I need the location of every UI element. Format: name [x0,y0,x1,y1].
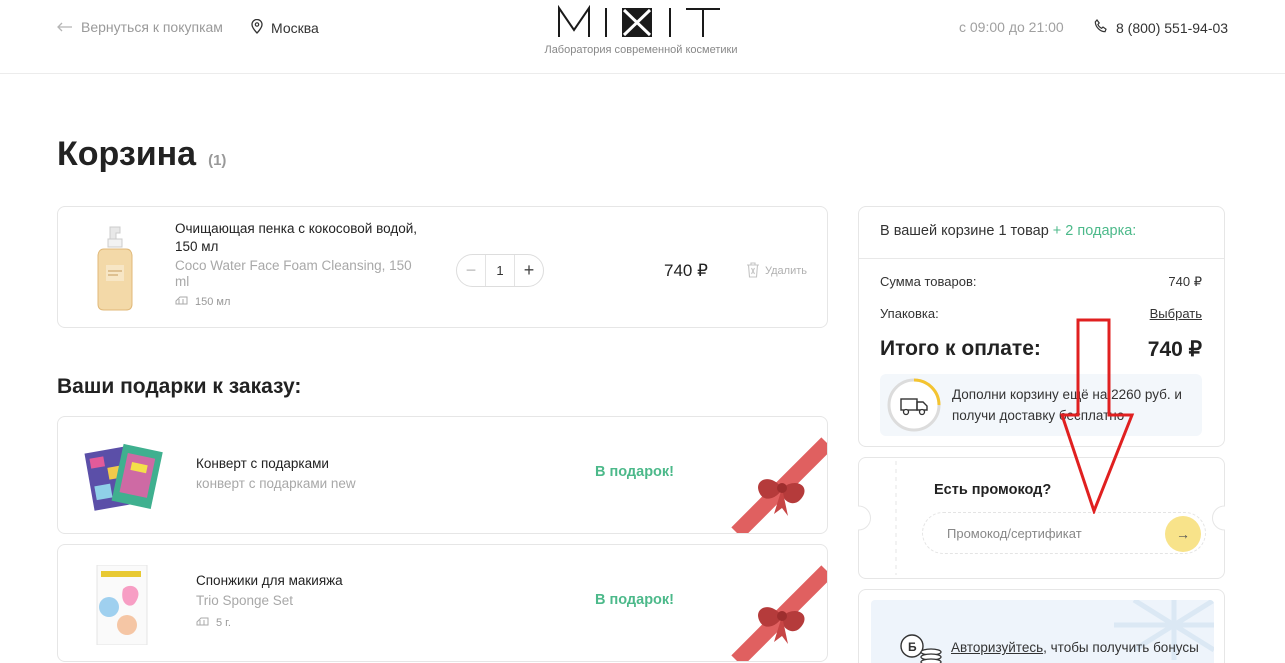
back-to-shopping-link[interactable]: Вернуться к покупкам [57,19,223,35]
product-image[interactable] [88,225,138,311]
total-label: Итого к оплате: [880,337,1041,360]
gift-sponge-image [83,564,163,646]
remove-item-button[interactable]: Удалить [745,261,807,281]
logo-tagline: Лаборатория современной косметики [544,44,738,56]
packaging-row: Упаковка: Выбрать [880,306,1202,321]
annotation-arrow [1060,318,1135,514]
summary-gifts-text: + 2 подарка: [1052,223,1137,239]
mixit-logo[interactable]: Лаборатория современной косметики [535,5,747,56]
quantity-stepper: − 1 + [456,254,544,287]
page-title: Корзина [57,135,197,173]
bottle-icon [196,616,210,629]
packaging-label: Упаковка: [880,306,939,321]
promo-code-block: Есть промокод? Промокод/сертификат → [858,457,1225,579]
free-delivery-banner: Дополни корзину ещё на 2260 руб. и получ… [880,374,1202,436]
item-price: 740 ₽ [664,261,708,280]
total-value: 740 ₽ [1147,338,1202,361]
back-label: Вернуться к покупкам [81,19,223,35]
order-summary: В вашей корзине 1 товар + 2 подарка: Сум… [858,206,1225,447]
site-header: Вернуться к покупкам Москва Лаборатория … [0,0,1285,74]
summary-items-text: В вашей корзине 1 товар [880,223,1049,239]
phone-link[interactable]: 8 (800) 551-94-03 [1094,19,1228,36]
choose-packaging-link[interactable]: Выбрать [1150,306,1202,321]
promo-title: Есть промокод? [934,482,1052,498]
gift-ribbon-icon [727,561,827,661]
item-volume-text: 150 мл [195,295,231,308]
bonus-text-rest: , чтобы получить бонусы [1043,640,1199,655]
cart-item: Очищающая пенка с кокосовой водой, 150 м… [57,206,828,328]
gift-envelope-image [83,437,163,517]
cart-count: (1) [208,152,227,169]
gift-ribbon-icon [727,433,827,533]
gift-name: Конверт с подарками [196,456,329,471]
arrow-left-icon [57,19,73,35]
coins-icon: Б [899,632,943,663]
bonus-text: Авторизуйтесь, чтобы получить бонусы [951,640,1199,655]
goods-sum-value: 740 ₽ [1168,274,1202,289]
location-pin-icon [251,18,263,37]
logo-wordmark [535,5,747,39]
bottle-icon [175,295,189,308]
svg-text:Б: Б [908,640,917,654]
delivery-truck-icon [886,377,942,433]
gift-name: Спонжики для макияжа [196,573,343,588]
gift-item: Спонжики для макияжа Trio Sponge Set 5 г… [57,544,828,662]
arrow-right-icon: → [1176,526,1190,542]
decrease-quantity-button[interactable]: − [457,255,485,286]
city-selector[interactable]: Москва [251,18,319,37]
item-name[interactable]: Очищающая пенка с кокосовой водой, 150 м… [175,220,435,256]
gift-badge: В подарок! [595,464,674,480]
summary-header: В вашей корзине 1 товар + 2 подарка: [859,207,1224,259]
item-volume: 150 мл [175,295,230,308]
total-row: Итого к оплате: 740 ₽ [880,337,1202,362]
gift-volume: 5 г. [196,616,231,629]
remove-label: Удалить [765,265,807,277]
increase-quantity-button[interactable]: + [515,255,543,286]
gift-volume-text: 5 г. [216,616,231,629]
bonus-block: Б Авторизуйтесь, чтобы получить бонусы [858,589,1225,663]
phone-icon [1094,19,1108,36]
promo-code-input[interactable]: Промокод/сертификат [922,512,1206,554]
login-link[interactable]: Авторизуйтесь [951,640,1043,655]
bonus-banner: Б Авторизуйтесь, чтобы получить бонусы [871,600,1214,663]
gift-item: Конверт с подарками конверт с подарками … [57,416,828,534]
goods-sum-label: Сумма товаров: [880,274,977,289]
trash-icon [745,261,761,281]
apply-promo-button[interactable]: → [1165,516,1201,552]
working-hours: с 09:00 до 21:00 [959,19,1064,35]
quantity-value[interactable]: 1 [485,255,515,286]
gift-subtitle: Trio Sponge Set [196,593,294,608]
gift-badge: В подарок! [595,592,674,608]
phone-number: 8 (800) 551-94-03 [1116,19,1229,36]
gifts-heading: Ваши подарки к заказу: [57,375,302,398]
city-label: Москва [271,20,319,36]
page-title-block: Корзина (1) [57,135,226,174]
gift-subtitle: конверт с подарками new [196,476,356,491]
item-subtitle: Coco Water Face Foam Cleansing, 150 ml [175,258,412,289]
goods-sum-row: Сумма товаров: 740 ₽ [880,274,1202,290]
